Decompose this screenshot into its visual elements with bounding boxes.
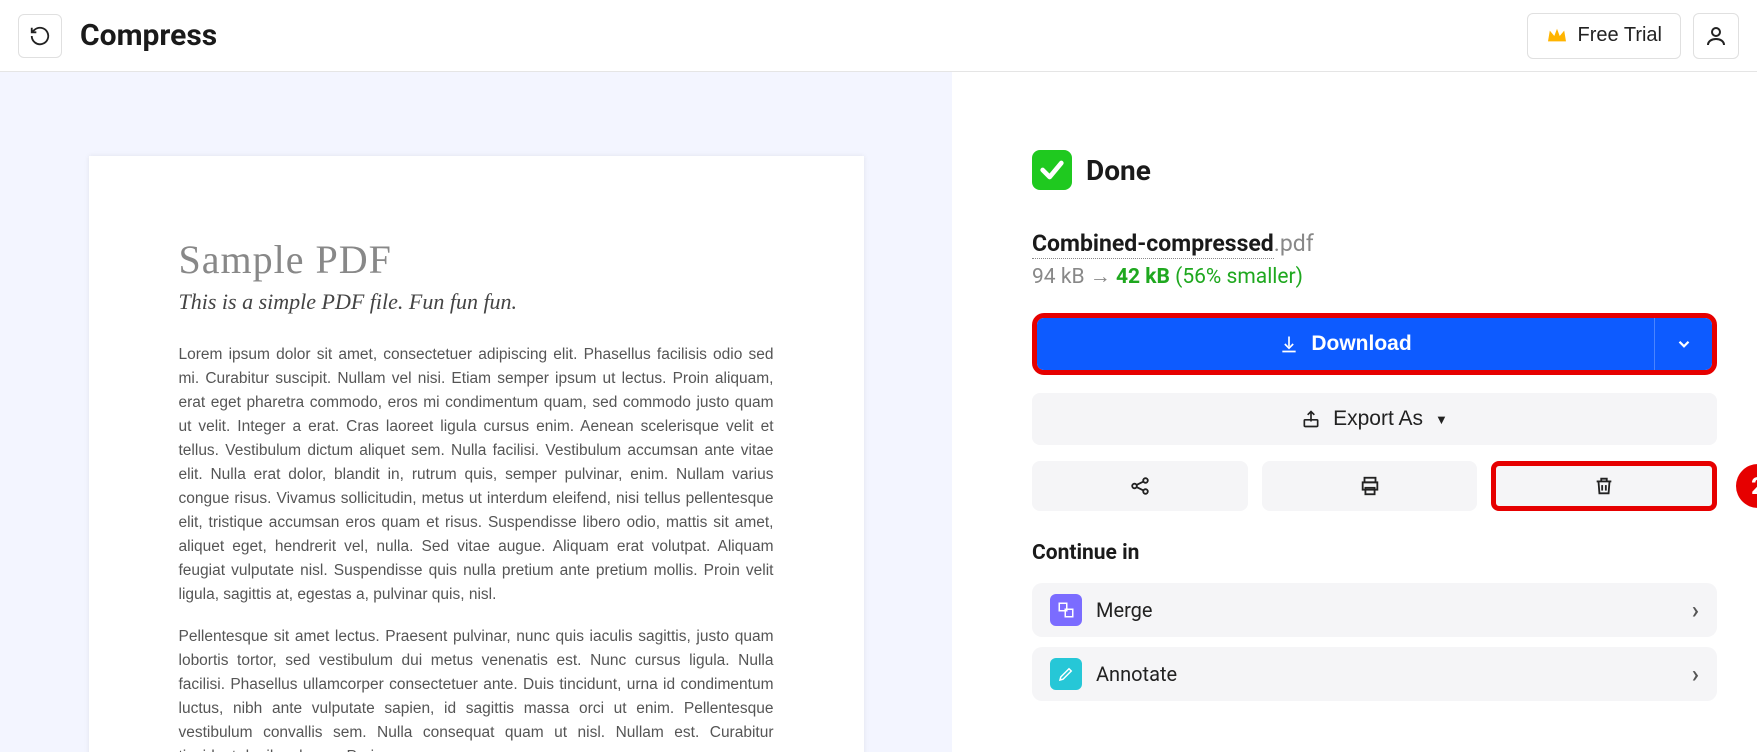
size-percent: (56% smaller) <box>1175 265 1303 289</box>
size-new: 42 kB <box>1116 265 1170 289</box>
continue-in-label: Continue in <box>1032 541 1717 565</box>
download-icon <box>1279 334 1299 354</box>
arrow-icon: → <box>1090 265 1111 289</box>
chevron-down-icon <box>1675 335 1693 353</box>
crown-icon <box>1546 27 1568 45</box>
download-button[interactable]: Download <box>1037 318 1654 370</box>
status-row: Done <box>1032 150 1717 190</box>
document-preview-pane[interactable]: Sample PDF This is a simple PDF file. Fu… <box>0 72 952 752</box>
free-trial-label: Free Trial <box>1578 24 1662 47</box>
doc-body: Lorem ipsum dolor sit amet, consectetuer… <box>179 343 774 752</box>
annotation-callout-2: 2 <box>1736 464 1757 508</box>
delete-button[interactable] <box>1491 461 1717 511</box>
top-right-group: Free Trial <box>1527 13 1739 59</box>
doc-subtitle: This is a simple PDF file. Fun fun fun. <box>179 289 774 315</box>
user-icon <box>1704 24 1728 48</box>
back-button[interactable] <box>18 14 62 58</box>
user-button[interactable] <box>1693 13 1739 59</box>
print-icon <box>1359 475 1381 497</box>
tool-merge-label: Merge <box>1096 598 1153 622</box>
result-panel: Done Combined-compressed.pdf 94 kB → 42 … <box>952 72 1757 752</box>
doc-para-2: Pellentesque sit amet lectus. Praesent p… <box>179 625 774 752</box>
top-left-group: Compress <box>18 14 217 58</box>
secondary-actions-row: 2 <box>1032 461 1717 511</box>
tool-annotate-label: Annotate <box>1096 662 1177 686</box>
share-button[interactable] <box>1032 461 1248 511</box>
export-icon <box>1301 409 1321 429</box>
filename-row: Combined-compressed.pdf <box>1032 230 1717 257</box>
export-as-button[interactable]: Export As ▼ <box>1032 393 1717 445</box>
share-icon <box>1129 475 1151 497</box>
content-area: Sample PDF This is a simple PDF file. Fu… <box>0 72 1757 752</box>
status-text: Done <box>1086 154 1151 187</box>
size-row: 94 kB → 42 kB (56% smaller) <box>1032 265 1717 289</box>
size-old: 94 kB <box>1032 265 1085 289</box>
chevron-right-icon: › <box>1692 660 1699 688</box>
tool-annotate-button[interactable]: Annotate › <box>1032 647 1717 701</box>
download-label: Download <box>1311 332 1411 356</box>
free-trial-button[interactable]: Free Trial <box>1527 13 1681 59</box>
check-icon <box>1032 150 1072 190</box>
merge-icon <box>1050 594 1082 626</box>
doc-heading: Sample PDF <box>179 236 774 283</box>
undo-icon <box>29 25 51 47</box>
doc-para-1: Lorem ipsum dolor sit amet, consectetuer… <box>179 343 774 607</box>
top-bar: Compress Free Trial <box>0 0 1757 72</box>
download-dropdown-button[interactable] <box>1654 318 1712 370</box>
trash-icon <box>1593 475 1615 497</box>
filename[interactable]: Combined-compressed <box>1032 230 1274 259</box>
print-button[interactable] <box>1262 461 1478 511</box>
caret-down-icon: ▼ <box>1435 412 1448 427</box>
export-as-label: Export As <box>1333 407 1423 431</box>
document-page: Sample PDF This is a simple PDF file. Fu… <box>89 156 864 752</box>
page-title: Compress <box>80 18 217 53</box>
tool-merge-button[interactable]: Merge › <box>1032 583 1717 637</box>
download-group: 1 Download <box>1032 313 1717 375</box>
annotate-icon <box>1050 658 1082 690</box>
file-extension: .pdf <box>1274 230 1314 257</box>
chevron-right-icon: › <box>1692 596 1699 624</box>
